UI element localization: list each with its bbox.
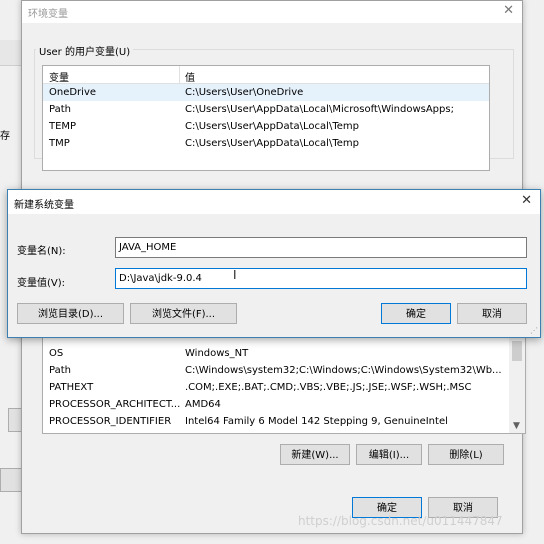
user-variables-list[interactable]: 变量 值 OneDrive C:\Users\User\OneDrive Pat… <box>42 65 490 171</box>
browse-file-button[interactable]: 浏览文件(F)... <box>130 303 237 324</box>
row-name: TEMP <box>49 121 77 132</box>
variable-name-input[interactable]: JAVA_HOME <box>115 237 527 258</box>
vertical-scrollbar[interactable]: ▼ <box>509 337 525 433</box>
row-name: OneDrive <box>49 87 97 98</box>
row-name: OS <box>49 348 64 359</box>
env-dialog-titlebar: 环境变量 ✕ <box>22 1 522 23</box>
row-value: .COM;.EXE;.BAT;.CMD;.VBS;.VBE;.JS;.JSE;.… <box>185 382 472 393</box>
row-value: C:\Users\User\AppData\Local\Microsoft\Wi… <box>185 104 454 115</box>
text-cursor-icon: I <box>233 268 237 282</box>
column-divider[interactable] <box>179 66 180 83</box>
env-dialog-title: 环境变量 <box>28 9 68 20</box>
row-value: C:\Users\User\OneDrive <box>185 87 304 98</box>
scrollbar-thumb[interactable] <box>512 341 522 361</box>
close-icon[interactable]: ✕ <box>503 3 514 18</box>
row-value: C:\Users\User\AppData\Local\Temp <box>185 121 359 132</box>
column-header-variable[interactable]: 变量 <box>49 69 69 84</box>
system-delete-button[interactable]: 删除(L) <box>428 444 504 465</box>
list-row-os[interactable]: OS Windows_NT <box>43 345 509 362</box>
row-value: C:\Windows\system32;C:\Windows;C:\Window… <box>185 365 502 376</box>
column-header-value[interactable]: 值 <box>185 69 195 84</box>
list-row-processor-architecture[interactable]: PROCESSOR_ARCHITECT... AMD64 <box>43 396 509 413</box>
new-system-variable-dialog: 新建系统变量 ✕ 变量名(N): JAVA_HOME 变量值(V): D:\Ja… <box>7 189 541 338</box>
row-name: Path <box>49 104 71 115</box>
row-name: TMP <box>49 138 70 149</box>
new-cancel-button[interactable]: 取消 <box>457 303 527 324</box>
resize-grip-icon[interactable]: ⋰ <box>530 326 538 335</box>
row-value: Intel64 Family 6 Model 142 Stepping 9, G… <box>185 416 448 427</box>
chevron-down-icon[interactable]: ▼ <box>513 421 520 431</box>
row-name: PROCESSOR_ARCHITECT... <box>49 399 181 410</box>
user-variables-group-label: User 的用户变量(U) <box>36 43 134 58</box>
row-name: PROCESSOR_IDENTIFIER <box>49 416 172 427</box>
list-row-tmp[interactable]: TMP C:\Users\User\AppData\Local\Temp <box>43 135 489 152</box>
row-value: Windows_NT <box>185 348 249 359</box>
close-icon[interactable]: ✕ <box>521 193 532 208</box>
new-dialog-titlebar: 新建系统变量 ✕ <box>8 190 540 214</box>
new-dialog-title: 新建系统变量 <box>14 200 74 211</box>
new-ok-button[interactable]: 确定 <box>381 303 451 324</box>
system-rows: OS Windows_NT Path C:\Windows\system32;C… <box>43 345 509 430</box>
list-row-onedrive[interactable]: OneDrive C:\Users\User\OneDrive <box>43 84 489 101</box>
system-variables-list[interactable]: OS Windows_NT Path C:\Windows\system32;C… <box>42 336 526 434</box>
variable-value-input[interactable]: D:\Java\jdk-9.0.4 <box>115 268 527 289</box>
variable-name-label: 变量名(N): <box>17 246 66 257</box>
list-row-path[interactable]: Path C:\Windows\system32;C:\Windows;C:\W… <box>43 362 509 379</box>
list-row-temp[interactable]: TEMP C:\Users\User\AppData\Local\Temp <box>43 118 489 135</box>
row-value: AMD64 <box>185 399 221 410</box>
background-tab-strip <box>0 40 22 66</box>
list-header: 变量 值 <box>43 66 489 84</box>
system-edit-button[interactable]: 编辑(I)... <box>356 444 422 465</box>
list-row-pathext[interactable]: PATHEXT .COM;.EXE;.BAT;.CMD;.VBS;.VBE;.J… <box>43 379 509 396</box>
variable-value-label: 变量值(V): <box>17 278 66 289</box>
background-label: 存 <box>0 131 10 142</box>
system-new-button[interactable]: 新建(W)... <box>280 444 350 465</box>
row-name: PATHEXT <box>49 382 94 393</box>
browse-directory-button[interactable]: 浏览目录(D)... <box>17 303 124 324</box>
row-name: Path <box>49 365 71 376</box>
watermark: https://blog.csdn.net/u011447847 <box>298 514 503 528</box>
row-value: C:\Users\User\AppData\Local\Temp <box>185 138 359 149</box>
list-row-processor-identifier[interactable]: PROCESSOR_IDENTIFIER Intel64 Family 6 Mo… <box>43 413 509 430</box>
list-row-path[interactable]: Path C:\Users\User\AppData\Local\Microso… <box>43 101 489 118</box>
